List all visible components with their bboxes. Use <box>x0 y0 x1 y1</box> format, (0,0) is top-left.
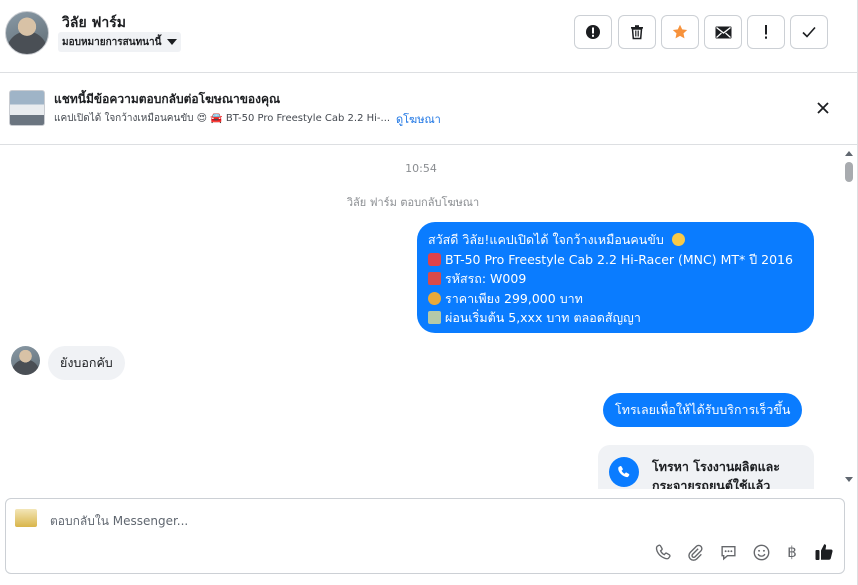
message-line: BT-50 Pro Freestyle Cab 2.2 Hi-Racer (MN… <box>428 250 803 270</box>
message-list[interactable]: 10:54 วิลัย ฟาร์ม ตอบกลับโฆษณา สวัสดี วิ… <box>0 145 858 489</box>
attach-button[interactable] <box>684 541 706 563</box>
phone-call-icon <box>609 457 639 487</box>
close-icon <box>817 102 829 114</box>
smile-emoji-icon <box>671 233 685 246</box>
assign-label: มอบหมายการสนทนานี้ <box>62 36 162 48</box>
payment-button[interactable]: ฿ <box>781 541 803 563</box>
saved-replies-button[interactable] <box>717 541 739 563</box>
phone-icon <box>655 544 671 559</box>
call-card-text: โทรหา โรงงานผลิตและกระจายรถยนต์ใช้แล้ว <box>652 459 781 489</box>
reply-input[interactable] <box>50 512 650 530</box>
ad-reply-banner: แชทนี้มีข้อความตอบกลับต่อโฆษณาของคุณ แคป… <box>0 73 858 145</box>
page-logo <box>15 509 37 527</box>
scroll-down-arrow-icon[interactable] <box>842 474 856 484</box>
assign-conversation-dropdown[interactable]: มอบหมายการสนทนานี้ <box>58 32 182 52</box>
reply-composer: ฿ <box>5 498 845 574</box>
scrollbar[interactable] <box>842 145 856 489</box>
ad-banner-subtitle: แคปเปิดได้ ใจกว้างเหมือนคนขับ 😍 🚘 BT-50 … <box>54 113 391 124</box>
call-button-card[interactable]: โทรหา โรงงานผลิตและกระจายรถยนต์ใช้แล้ว <box>598 445 814 489</box>
mark-done-button[interactable] <box>790 15 828 49</box>
message-timestamp: 10:54 <box>405 162 437 175</box>
delete-button[interactable] <box>618 15 656 49</box>
paperclip-icon <box>687 544 703 561</box>
outgoing-message-text: โทรเลยเพื่อให้ได้รับบริการเร็วขึ้น <box>615 402 791 418</box>
alert-circle-icon <box>586 25 600 39</box>
incoming-message-bubble[interactable]: ยังบอกคับ <box>48 346 125 380</box>
mail-icon <box>715 26 731 38</box>
message-line: สวัสดี วิลัย!แคปเปิดได้ ใจกว้างเหมือนคนข… <box>428 230 803 250</box>
follow-up-button[interactable] <box>747 15 785 49</box>
installment-text: ผ่อนเริ่มต้น 5,xxx บาท ตลอดสัญญา <box>445 310 641 325</box>
model-text: BT-50 Pro Freestyle Cab 2.2 Hi-Racer (MN… <box>445 251 793 267</box>
contact-avatar[interactable] <box>5 11 49 55</box>
send-like-button[interactable] <box>813 541 835 563</box>
close-banner-button[interactable] <box>812 97 834 119</box>
trash-icon <box>631 25 643 40</box>
money-bag-emoji-icon <box>428 291 441 305</box>
ad-message-bubble[interactable]: สวัสดี วิลัย!แคปเปิดได้ ใจกว้างเหมือนคนข… <box>417 222 814 333</box>
price-text: ราคาเพียง 299,000 บาท <box>445 290 583 306</box>
message-line: ราคาเพียง 299,000 บาท <box>428 289 803 309</box>
car-emoji-icon <box>428 252 441 266</box>
code-text: รหัสรถ: W009 <box>445 271 527 286</box>
money-wings-emoji-icon <box>428 311 441 324</box>
star-icon <box>672 24 688 39</box>
ad-reply-event: วิลัย ฟาร์ม ตอบกลับโฆษณา <box>346 196 480 209</box>
contact-avatar-small <box>11 346 40 375</box>
mark-unread-button[interactable] <box>704 15 742 49</box>
baht-icon: ฿ <box>787 543 797 561</box>
smiley-icon <box>753 544 769 560</box>
outgoing-message-bubble[interactable]: โทรเลยเพื่อให้ได้รับบริการเร็วขึ้น <box>603 393 803 427</box>
conversation-header: วิลัย ฟาร์ม มอบหมายการสนทนานี้ <box>0 0 858 73</box>
pin-emoji-icon <box>428 272 441 285</box>
call-tool-button[interactable] <box>652 541 674 563</box>
scroll-up-arrow-icon[interactable] <box>842 148 856 158</box>
emoji-button[interactable] <box>750 541 772 563</box>
mark-spam-button[interactable] <box>574 15 612 49</box>
thumbs-up-icon <box>815 544 833 560</box>
incoming-message-text: ยังบอกคับ <box>60 355 113 370</box>
message-line: รหัสรถ: W009 <box>428 269 803 289</box>
ad-thumbnail <box>9 90 45 126</box>
ad-banner-title: แชทนี้มีข้อความตอบกลับต่อโฆษณาของคุณ <box>54 92 281 106</box>
contact-name[interactable]: วิลัย ฟาร์ม <box>62 12 126 34</box>
star-button[interactable] <box>661 15 699 49</box>
caret-down-icon <box>167 39 178 45</box>
scrollbar-thumb[interactable] <box>845 162 853 182</box>
check-icon <box>802 26 816 38</box>
greeting-text: สวัสดี วิลัย!แคปเปิดได้ ใจกว้างเหมือนคนข… <box>428 232 664 247</box>
view-ad-link[interactable]: ดูโฆษณา <box>396 110 441 128</box>
messenger-conversation: วิลัย ฟาร์ม มอบหมายการสนทนานี้ แชทนี้มีข… <box>0 0 858 585</box>
chat-bubble-icon <box>720 545 736 560</box>
exclamation-icon <box>765 25 767 39</box>
message-line: ผ่อนเริ่มต้น 5,xxx บาท ตลอดสัญญา <box>428 308 803 328</box>
